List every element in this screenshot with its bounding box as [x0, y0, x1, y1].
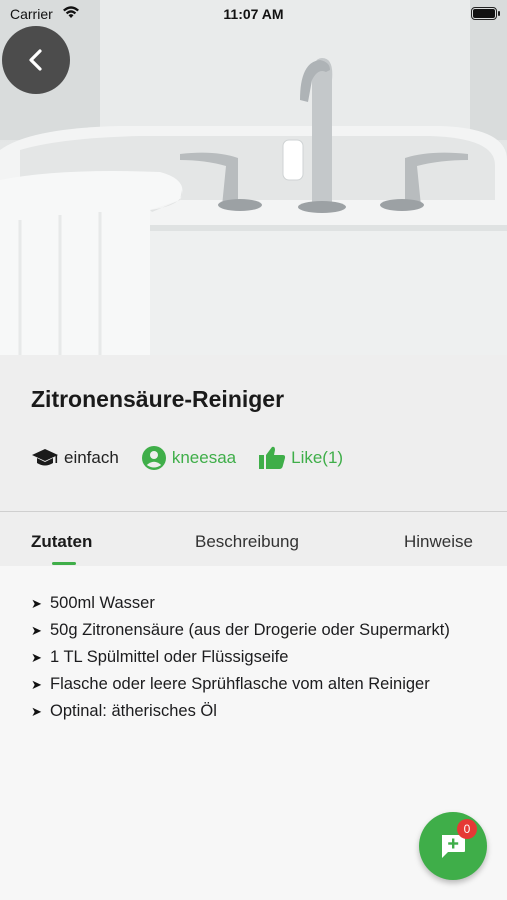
bullet-arrow-icon: ➤ — [31, 650, 42, 665]
recipe-hero-image — [0, 0, 507, 355]
difficulty-label: einfach — [64, 448, 119, 467]
status-bar: Carrier 11:07 AM — [0, 0, 507, 28]
chevron-left-icon — [29, 49, 42, 71]
tab-hinweise[interactable]: Hinweise — [404, 532, 473, 552]
recipe-title: Zitronensäure-Reiniger — [31, 386, 285, 412]
like-label: Like(1) — [291, 448, 344, 467]
list-item: ➤ 50g Zitronensäure (aus der Drogerie ode… — [31, 621, 450, 639]
bathtub-photo — [0, 0, 507, 355]
author-link[interactable]: kneesaa — [141, 445, 236, 471]
list-item: ➤ Optinal: ätherisches Öl — [31, 702, 217, 720]
user-circle-icon — [141, 446, 166, 470]
bullet-arrow-icon: ➤ — [31, 623, 42, 638]
bullet-arrow-icon: ➤ — [31, 596, 42, 611]
battery-icon — [471, 7, 500, 20]
recipe-header: Zitronensäure-Reiniger einfach kneesaa L — [0, 355, 507, 511]
bullet-arrow-icon: ➤ — [31, 677, 42, 692]
graduation-cap-icon — [32, 449, 58, 466]
add-comment-button[interactable] — [419, 812, 487, 880]
tab-beschreibung[interactable]: Beschreibung — [195, 532, 299, 552]
ingredient-list: ➤ 500ml Wasser ➤ 50g Zitronensäure (aus de… — [31, 593, 481, 728]
difficulty-indicator: einfach — [31, 447, 119, 469]
thumbs-up-icon — [259, 446, 286, 469]
list-item: ➤ Flasche oder leere Sprühflasche vom alt… — [31, 675, 430, 693]
author-name: kneesaa — [171, 448, 237, 467]
tab-bar: Zutaten Beschreibung Hinweise — [0, 511, 507, 566]
like-button[interactable]: Like(1) — [258, 445, 343, 471]
clock-label: 11:07 AM — [223, 6, 284, 22]
comment-count-badge: 0 — [457, 819, 477, 839]
list-item: ➤ 500ml Wasser — [31, 594, 155, 612]
list-item: ➤ 1 TL Spülmittel oder Flüssigseife — [31, 648, 289, 666]
bullet-arrow-icon: ➤ — [31, 704, 42, 719]
back-button[interactable] — [2, 26, 70, 94]
recipe-meta-row: einfach kneesaa Like(1) — [31, 444, 365, 472]
active-tab-indicator — [52, 562, 76, 565]
tab-zutaten[interactable]: Zutaten — [31, 532, 92, 552]
